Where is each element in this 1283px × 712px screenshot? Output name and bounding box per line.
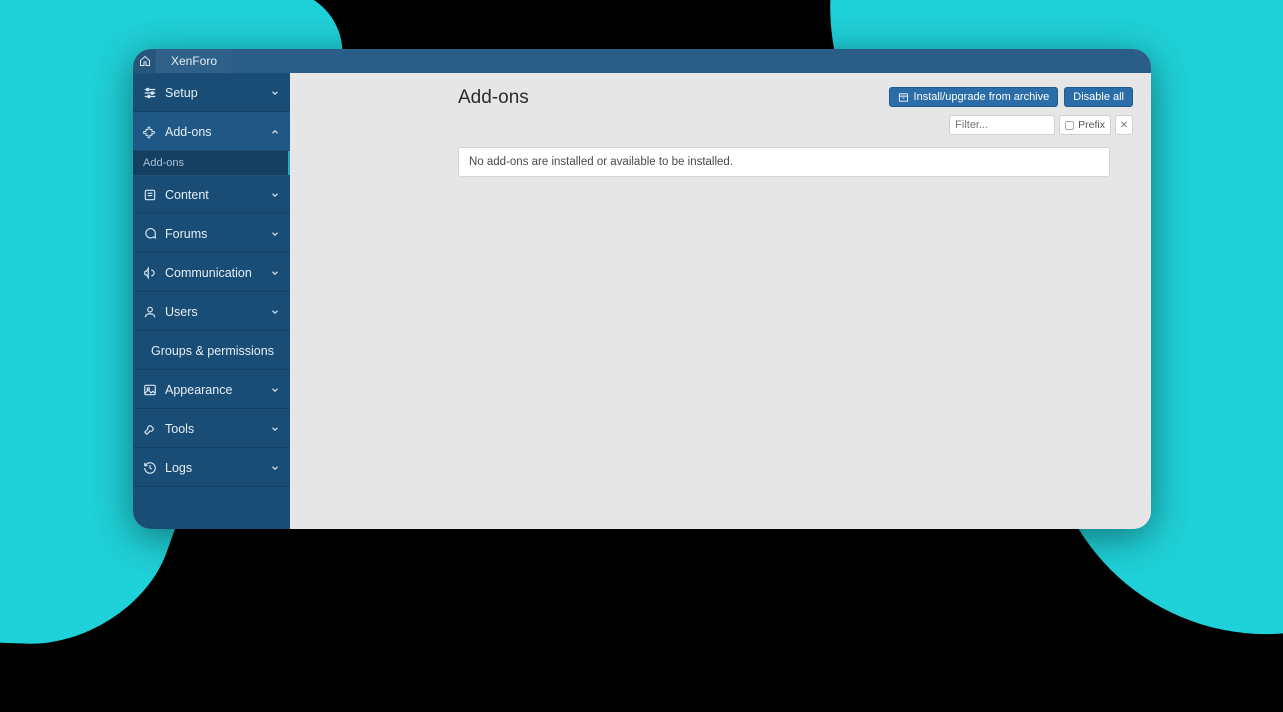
chevron-down-icon: [270, 424, 280, 434]
prefix-label: Prefix: [1078, 119, 1105, 131]
sidebar-item-groups[interactable]: Groups & permissions: [133, 331, 290, 370]
sidebar-item-addons[interactable]: Add-ons: [133, 112, 290, 151]
sidebar-item-label: Communication: [165, 266, 262, 280]
sidebar-item-appearance[interactable]: Appearance: [133, 370, 290, 409]
chevron-down-icon: [270, 463, 280, 473]
page-title: Add-ons: [458, 87, 529, 109]
sidebar-item-label: Groups & permissions: [151, 344, 274, 358]
addons-empty-state: No add-ons are installed or available to…: [458, 147, 1110, 177]
close-icon: ✕: [1120, 120, 1128, 131]
clear-filter-button[interactable]: ✕: [1115, 115, 1133, 135]
breadcrumb-tab[interactable]: XenForo: [157, 49, 231, 73]
breadcrumb-label: XenForo: [171, 54, 217, 68]
chevron-down-icon: [270, 229, 280, 239]
home-icon: [139, 55, 151, 67]
checkbox-icon: [1065, 121, 1074, 130]
sidebar-item-forums[interactable]: Forums: [133, 214, 290, 253]
sidebar-item-setup[interactable]: Setup: [133, 73, 290, 112]
sidebar-item-content[interactable]: Content: [133, 175, 290, 214]
sidebar-item-users[interactable]: Users: [133, 292, 290, 331]
sidebar-item-label: Logs: [165, 461, 262, 475]
sidebar-item-label: Content: [165, 188, 262, 202]
button-label: Disable all: [1073, 91, 1124, 103]
note-icon: [143, 188, 157, 202]
sidebar-item-communication[interactable]: Communication: [133, 253, 290, 292]
sidebar-item-tools[interactable]: Tools: [133, 409, 290, 448]
main-content: Add-ons Install/upgrade from archive Dis…: [290, 73, 1151, 529]
wrench-icon: [143, 422, 157, 436]
sidebar-subitem-addons[interactable]: Add-ons: [133, 151, 290, 175]
chevron-down-icon: [270, 268, 280, 278]
app-window: XenForo Setup Add-ons Add-ons Content: [133, 49, 1151, 529]
install-upgrade-button[interactable]: Install/upgrade from archive: [889, 87, 1059, 107]
sidebar-item-label: Users: [165, 305, 262, 319]
topbar: XenForo: [133, 49, 1151, 73]
sidebar-subitem-label: Add-ons: [143, 157, 184, 169]
chat-icon: [143, 227, 157, 241]
puzzle-icon: [143, 125, 157, 139]
sidebar-item-logs[interactable]: Logs: [133, 448, 290, 487]
user-icon: [143, 305, 157, 319]
disable-all-button[interactable]: Disable all: [1064, 87, 1133, 107]
chevron-down-icon: [270, 307, 280, 317]
sliders-icon: [143, 86, 157, 100]
sidebar-item-label: Tools: [165, 422, 262, 436]
chevron-down-icon: [270, 190, 280, 200]
sidebar-item-label: Setup: [165, 86, 262, 100]
sidebar: Setup Add-ons Add-ons Content Forums: [133, 73, 290, 529]
chevron-down-icon: [270, 88, 280, 98]
filter-input[interactable]: [949, 115, 1055, 135]
chevron-up-icon: [270, 127, 280, 137]
chevron-down-icon: [270, 385, 280, 395]
prefix-toggle[interactable]: Prefix: [1059, 115, 1111, 135]
archive-icon: [898, 92, 909, 103]
image-icon: [143, 383, 157, 397]
empty-message: No add-ons are installed or available to…: [469, 156, 733, 168]
history-icon: [143, 461, 157, 475]
button-label: Install/upgrade from archive: [914, 91, 1050, 103]
sidebar-item-label: Appearance: [165, 383, 262, 397]
sidebar-item-label: Add-ons: [165, 125, 262, 139]
megaphone-icon: [143, 266, 157, 280]
sidebar-item-label: Forums: [165, 227, 262, 241]
